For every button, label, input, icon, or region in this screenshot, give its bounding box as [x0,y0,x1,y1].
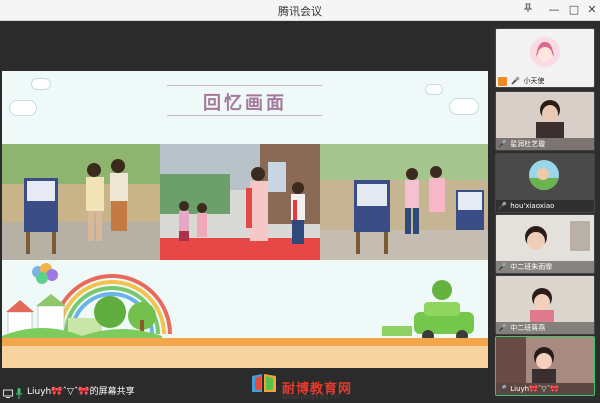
participant-tile-active-speaker[interactable]: 🎤 Liuyh🎀ˆ▽ˆ🎀 [495,336,595,396]
screen-share-icon[interactable] [3,384,13,403]
watermark: 耐博教育网 www.pcjyedu.cn [250,374,370,401]
participant-name-bar: 🎤 小天使 [496,75,594,87]
muted-microphone-icon: 🎤 [498,140,507,148]
cloud-decoration [32,79,50,89]
maximize-icon[interactable]: □ [566,2,582,18]
photo-1 [2,144,160,260]
avatar [530,37,560,67]
microphone-icon: 🎤 [498,385,507,393]
muted-microphone-icon: 🎤 [498,324,507,332]
title-underline-bottom [167,115,322,116]
participant-name-bar: 🎤 hou'xiaoxiao [496,200,594,212]
book-logo-icon [250,372,278,398]
status-bar: Liuyh🎀ˆ▽ˆ🎀的屏幕共享 耐博教育网 www.pcjyedu.cn [0,374,490,403]
participant-tile[interactable]: 🎤 hou'xiaoxiao [495,153,595,213]
participant-name: 中二班蒋燕 [510,324,546,332]
pin-icon[interactable] [520,2,536,18]
close-icon[interactable]: ✕ [584,2,600,18]
participant-name: 小天使 [523,77,545,85]
participant-name: 星润杜艺璇 [510,140,546,148]
participant-tile[interactable]: 🎤 小天使 [495,28,595,88]
participant-name: 中二班朱雨霏 [510,263,553,271]
participant-tile[interactable]: 🎤 星润杜艺璇 [495,91,595,151]
title-underline-top [167,85,322,86]
minimize-icon[interactable]: — [546,2,562,18]
photo-strip [2,144,488,260]
participant-name: hou'xiaoxiao [510,202,555,210]
user-icon [498,76,507,86]
screen-share-label: Liuyh🎀ˆ▽ˆ🎀的屏幕共享 [27,387,135,397]
title-bar: 腾讯会议 — □ ✕ [0,0,600,21]
window-title: 腾讯会议 [278,5,322,18]
participant-name-bar: 🎤 星润杜艺璇 [496,138,594,150]
shared-screen: 回忆画面 [0,21,490,379]
slide-title: 回忆画面 [203,93,287,114]
participant-tile[interactable]: 🎤 中二班朱雨霏 [495,214,595,274]
muted-microphone-icon: 🎤 [498,202,507,210]
photo-2 [160,144,320,260]
participant-panel: 🎤 小天使 🎤 星润杜艺璇 🎤 hou'xiaoxiao 🎤 中二班朱雨霏 🎤 … [490,21,600,400]
participant-name-bar: 🎤 中二班朱雨霏 [496,261,594,273]
participant-name: Liuyh🎀ˆ▽ˆ🎀 [510,385,559,393]
microphone-icon: 🎤 [511,77,520,85]
participant-name-bar: 🎤 Liuyh🎀ˆ▽ˆ🎀 [496,383,594,395]
presentation-slide: 回忆画面 [2,71,488,368]
microphone-icon[interactable] [15,384,23,403]
bottom-scene [2,260,488,368]
avatar [529,160,559,190]
photo-3 [320,144,488,260]
participant-tile[interactable]: 🎤 中二班蒋燕 [495,275,595,335]
muted-microphone-icon: 🎤 [498,263,507,271]
participant-name-bar: 🎤 中二班蒋燕 [496,322,594,334]
